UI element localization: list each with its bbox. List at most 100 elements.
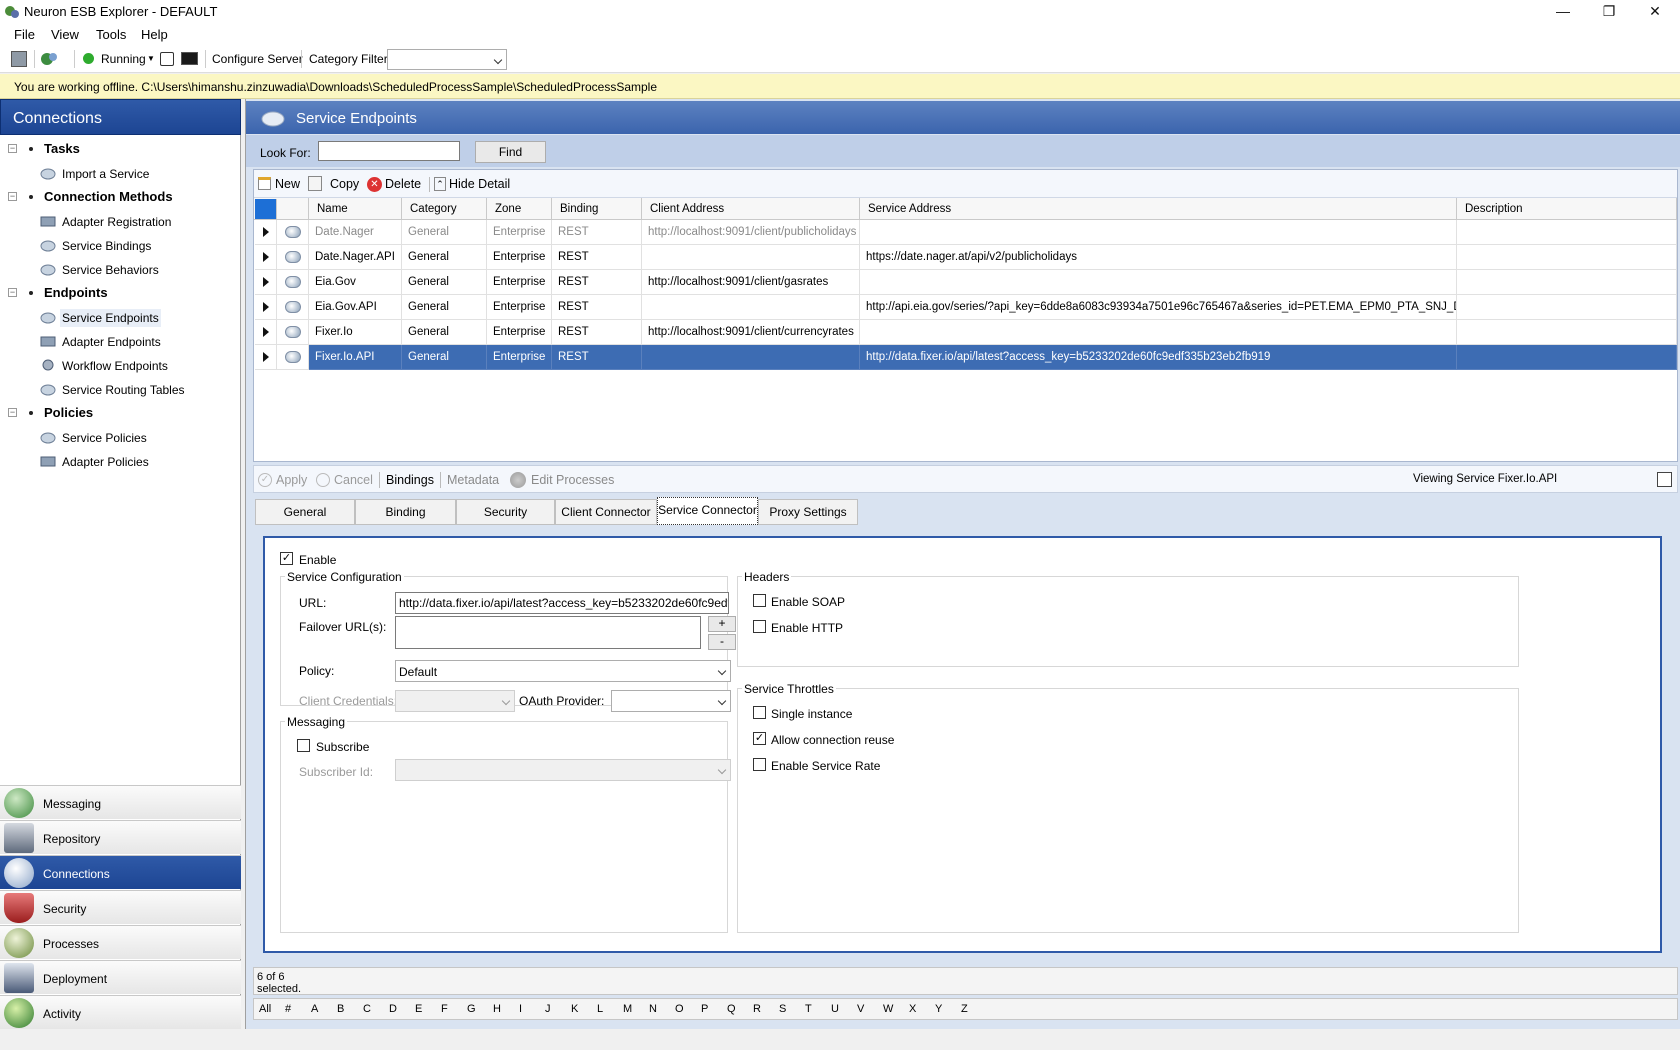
cell-zone[interactable]: Enterprise [487,220,552,245]
tree-group-policies[interactable]: − Policies [8,403,238,425]
copy-button[interactable]: Copy [330,177,359,191]
nav-connections[interactable]: Connections [0,855,241,889]
alpha-filter-w[interactable]: W [883,1003,893,1015]
alpha-filter-x[interactable]: X [909,1003,916,1015]
alpha-filter-hash[interactable]: # [285,1003,291,1015]
tab-proxy-settings[interactable]: Proxy Settings [758,499,858,525]
tree-item-service-behaviors[interactable]: Service Behaviors [40,259,240,281]
subscriber-id-select[interactable] [395,759,731,781]
cell-name[interactable]: Eia.Gov [309,270,402,295]
hide-detail-button[interactable]: Hide Detail [449,177,510,191]
column-header-name[interactable]: Name [309,198,402,220]
row-selector[interactable] [255,270,277,295]
client-credentials-select[interactable] [395,690,515,712]
alpha-filter-f[interactable]: F [441,1003,448,1015]
enable-http-checkbox[interactable] [753,620,766,633]
cancel-button[interactable]: Cancel [334,473,373,487]
alpha-filter-y[interactable]: Y [935,1003,942,1015]
cell-category[interactable]: General [402,295,487,320]
restore-button[interactable]: ❐ [1586,0,1632,23]
alpha-filter-a[interactable]: A [311,1003,318,1015]
alpha-filter-q[interactable]: Q [727,1003,736,1015]
row-expand-icon[interactable] [263,352,269,362]
tree-item-adapter-endpoints[interactable]: Adapter Endpoints [40,331,240,353]
menu-view[interactable]: View [51,27,79,42]
policy-select[interactable]: Default [395,660,731,682]
cell-category[interactable]: General [402,245,487,270]
row-expand-icon[interactable] [263,302,269,312]
alpha-filter-v[interactable]: V [857,1003,864,1015]
column-header-service-address[interactable]: Service Address [860,198,1457,220]
enable-service-rate-checkbox[interactable] [753,758,766,771]
cell-description[interactable] [1457,345,1677,370]
tree-group-endpoints[interactable]: − Endpoints [8,283,238,305]
alpha-filter-o[interactable]: O [675,1003,684,1015]
row-selector[interactable] [255,345,277,370]
tree-item-service-policies[interactable]: Service Policies [40,427,240,449]
alpha-filter-n[interactable]: N [649,1003,657,1015]
tree-group-connection-methods[interactable]: − Connection Methods [8,187,238,209]
alpha-filter-c[interactable]: C [363,1003,371,1015]
tab-service-connector[interactable]: Service Connector [657,497,758,525]
cell-binding[interactable]: REST [552,295,642,320]
cell-client-address[interactable]: http://localhost:9091/client/gasrates [642,270,860,295]
delete-button[interactable]: Delete [385,177,421,191]
tab-security[interactable]: Security [456,499,555,525]
new-button[interactable]: New [275,177,300,191]
nav-repository[interactable]: Repository [0,820,241,854]
cell-client-address[interactable] [642,345,860,370]
cell-client-address[interactable] [642,245,860,270]
cell-name[interactable]: Date.Nager [309,220,402,245]
menu-tools[interactable]: Tools [96,27,126,42]
enable-soap-checkbox[interactable] [753,594,766,607]
menu-file[interactable]: File [14,27,35,42]
cell-zone[interactable]: Enterprise [487,320,552,345]
remove-failover-button[interactable]: - [708,634,736,650]
nav-deployment[interactable]: Deployment [0,960,241,994]
cell-zone[interactable]: Enterprise [487,245,552,270]
cell-description[interactable] [1457,220,1677,245]
alpha-filter-l[interactable]: L [597,1003,603,1015]
single-instance-checkbox[interactable] [753,706,766,719]
row-selector[interactable] [255,245,277,270]
cell-service-address[interactable]: http://api.eia.gov/series/?api_key=6dde8… [860,295,1457,320]
oauth-provider-select[interactable] [611,690,731,712]
cell-binding[interactable]: REST [552,220,642,245]
nav-processes[interactable]: Processes [0,925,241,959]
allow-connection-reuse-checkbox[interactable]: ✓ [753,732,766,745]
alpha-filter-t[interactable]: T [805,1003,812,1015]
column-header-client-address[interactable]: Client Address [642,198,860,220]
tree-item-service-bindings[interactable]: Service Bindings [40,235,240,257]
row-expand-icon[interactable] [263,227,269,237]
collapse-icon[interactable]: − [8,144,17,153]
cell-client-address[interactable]: http://localhost:9091/client/currencyrat… [642,320,860,345]
cell-name[interactable]: Fixer.Io.API [309,345,402,370]
nav-messaging[interactable]: Messaging [0,785,241,819]
bindings-button[interactable]: Bindings [386,473,434,487]
cell-service-address[interactable]: https://date.nager.at/api/v2/publicholid… [860,245,1457,270]
collapse-icon[interactable]: − [8,408,17,417]
alpha-filter-d[interactable]: D [389,1003,397,1015]
failover-input[interactable] [395,616,701,649]
cell-description[interactable] [1457,270,1677,295]
look-for-input[interactable] [318,141,460,161]
cell-client-address[interactable] [642,295,860,320]
alpha-filter-z[interactable]: Z [961,1003,968,1015]
cell-description[interactable] [1457,245,1677,270]
apply-button[interactable]: Apply [276,473,307,487]
nav-activity[interactable]: Activity [0,995,241,1029]
alpha-filter-s[interactable]: S [779,1003,786,1015]
alpha-filter-r[interactable]: R [753,1003,761,1015]
row-selector[interactable] [255,295,277,320]
tree-item-import-a-service[interactable]: Import a Service [40,163,240,185]
cell-client-address[interactable]: http://localhost:9091/client/publicholid… [642,220,860,245]
tree-item-adapter-registration[interactable]: Adapter Registration [40,211,240,233]
console-icon[interactable] [181,52,198,65]
add-failover-button[interactable]: + [708,616,736,632]
row-selector[interactable] [255,320,277,345]
alpha-filter-k[interactable]: K [571,1003,578,1015]
row-expand-icon[interactable] [263,327,269,337]
alpha-filter-e[interactable]: E [415,1003,422,1015]
minimize-button[interactable]: — [1540,0,1586,23]
maximize-detail-icon[interactable] [1657,472,1672,487]
